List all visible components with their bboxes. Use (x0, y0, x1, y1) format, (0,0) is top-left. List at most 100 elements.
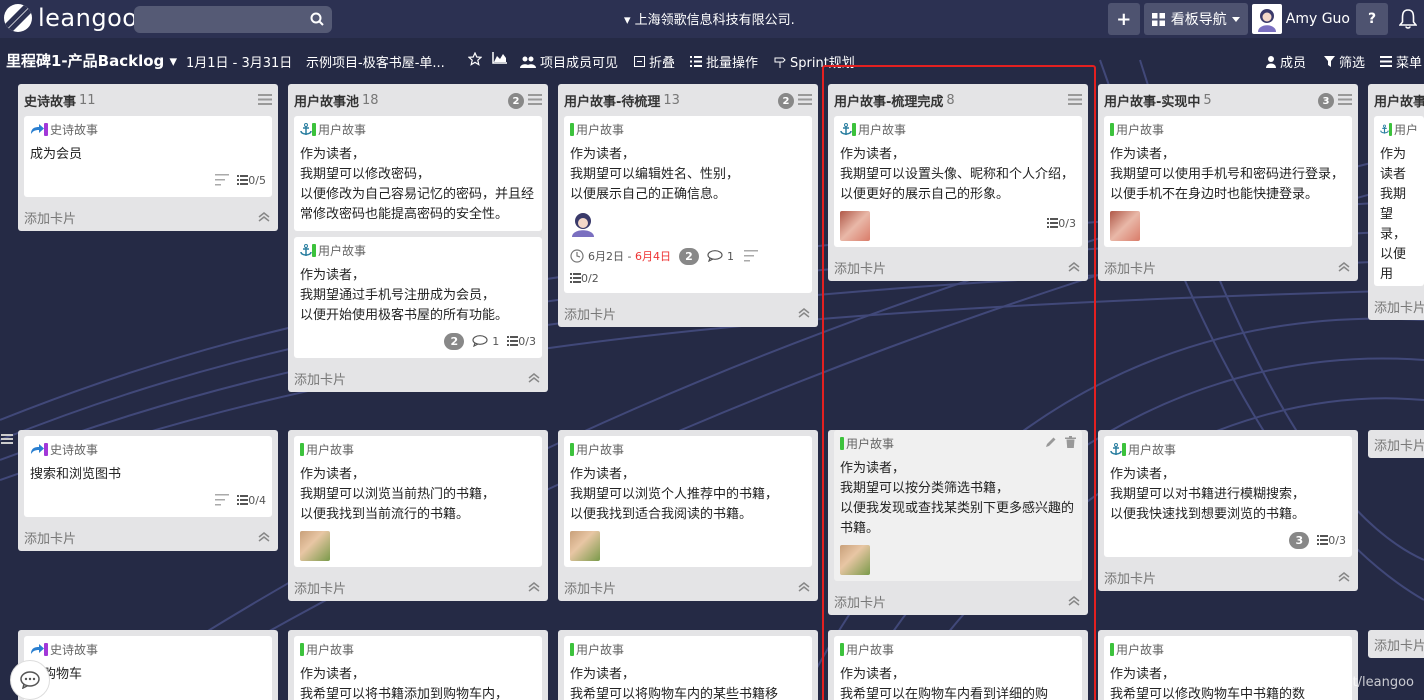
card-text: 作为读者， 我期望可以浏览个人推荐中的书籍， 以便我找到适合我阅读的书籍。 (570, 467, 779, 522)
card-story[interactable]: 用户故事 作为读者， 我希望可以在购物车内看到详细的购 (834, 636, 1082, 700)
help-button[interactable]: ? (1356, 3, 1388, 35)
collapse-up-icon[interactable] (528, 373, 540, 383)
user-menu[interactable]: Amy Guo (1251, 3, 1350, 35)
collapse-up-icon[interactable] (798, 308, 810, 318)
collapse-toggle[interactable]: 折叠 (634, 52, 675, 71)
organization-selector[interactable]: ▾ 上海领歌信息科技有限公司. (624, 9, 795, 28)
add-card-button[interactable]: 添加卡片 (558, 573, 818, 601)
project-link[interactable]: 示例项目-极客书屋-单... (306, 52, 445, 71)
card-story[interactable]: 用户故事 作为读者， 我期望可以设置头像、昵称和个人介绍， 以便更好的展示自己的… (834, 116, 1082, 247)
list-header[interactable]: 用户故事 (1368, 84, 1424, 116)
chat-button[interactable] (10, 660, 50, 700)
add-card-button[interactable]: 添加卡片 (18, 203, 278, 231)
add-button[interactable]: + (1107, 3, 1140, 35)
filter-button[interactable]: 筛选 (1324, 52, 1365, 71)
sprint-planning-button[interactable]: Sprint规划 (774, 52, 855, 71)
add-card-button[interactable]: 添加卡片 (1368, 430, 1424, 458)
card-type: 用户故事 (1110, 641, 1346, 657)
members-button[interactable]: 成员 (1266, 52, 1306, 71)
collapse-up-icon[interactable] (258, 212, 270, 222)
card-member-avatar[interactable] (300, 531, 330, 561)
add-card-button[interactable]: 添加卡片 (1098, 253, 1358, 281)
board-nav-button[interactable]: 看板导航 (1143, 3, 1248, 35)
notification-bell-icon[interactable] (1392, 3, 1424, 35)
list-menu-icon[interactable] (798, 94, 812, 105)
batch-operation-button[interactable]: 批量操作 (690, 52, 758, 71)
card-story[interactable]: 用户故事 作为读者， 我期望可以浏览当前热门的书籍， 以便我找到当前流行的书籍。 (294, 436, 542, 567)
card-story[interactable]: 用户故事 作为读者， 我希望可以将书籍添加到购物车内， (294, 636, 542, 700)
collapse-box-icon (634, 56, 645, 67)
list-partial-row2: 添加卡片 (1368, 430, 1424, 458)
star-icon[interactable] (468, 52, 486, 66)
add-card-button[interactable]: 添加卡片 (1368, 630, 1424, 658)
add-card-button[interactable]: 添加卡片 (828, 253, 1088, 281)
trash-icon[interactable] (1065, 436, 1076, 448)
collapse-up-icon[interactable] (798, 582, 810, 592)
list-badge: 2 (508, 93, 524, 109)
add-card-button[interactable]: 添加卡片 (288, 364, 548, 392)
card-story-hover[interactable]: 用户故事 作为读者， 我期望可以按分类筛选书籍， 以便我发现或查找某类别下更多感… (834, 430, 1082, 581)
add-card-button[interactable]: 添加卡片 (288, 573, 548, 601)
list-header[interactable]: 用户故事-梳理完成 8 (828, 84, 1088, 116)
list-menu-icon[interactable] (1068, 94, 1082, 105)
collapse-up-icon[interactable] (1338, 572, 1350, 582)
list-menu-icon[interactable] (528, 94, 542, 105)
sprint-label: Sprint规划 (790, 56, 855, 71)
search-input[interactable] (134, 6, 294, 33)
menu-button[interactable]: 菜单 (1380, 52, 1422, 71)
card-member-avatar[interactable] (840, 211, 870, 241)
checklist-count: 0/2 (581, 271, 599, 285)
collapse-up-icon[interactable] (528, 582, 540, 592)
add-card-button[interactable]: 添加卡片 (828, 587, 1088, 615)
card-story[interactable]: 用户故事 作为读者， 我期望可以使用手机号和密码进行登录， 以便手机不在身边时也… (1104, 116, 1352, 247)
card-epic[interactable]: 史诗故事 用购物车 (24, 636, 272, 700)
list-header[interactable]: 用户故事-实现中 5 3 (1098, 84, 1358, 116)
collapse-up-icon[interactable] (258, 532, 270, 542)
list-header[interactable]: 史诗故事 11 (18, 84, 278, 116)
list-header[interactable]: 用户故事池 18 2 (288, 84, 548, 116)
board-date-range[interactable]: 1月1日 - 3月31日 (186, 52, 292, 71)
list-menu-icon[interactable] (258, 94, 272, 105)
list-to-groom-row3: 用户故事 作为读者， 我希望可以将购物车内的某些书籍移 (558, 630, 818, 700)
card-footer: 0/4 (30, 489, 266, 511)
chart-icon[interactable] (492, 52, 512, 64)
list-header[interactable]: 用户故事-待梳理 13 2 (558, 84, 818, 116)
card-story[interactable]: 用户 作为读者 我期望 录， 以便用 的情况 (1374, 116, 1424, 286)
checklist-count: 0/3 (518, 334, 536, 348)
list-epic-row3: 史诗故事 用购物车 (18, 630, 278, 700)
card-member-avatar[interactable] (1110, 211, 1140, 241)
logo[interactable]: leangoo (4, 4, 137, 32)
drag-handle-icon[interactable] (1, 434, 13, 444)
card-story[interactable]: 用户故事 作为读者， 我期望可以编辑姓名、性别， 以便展示自己的正确信息。 6月… (564, 116, 812, 293)
list-menu-icon[interactable] (1338, 94, 1352, 105)
add-card-button[interactable]: 添加卡片 (18, 523, 278, 551)
board-header: 里程碑1-产品Backlog ▾ 1月1日 - 3月31日 示例项目-极客书屋-… (0, 46, 1424, 74)
add-card-button[interactable]: 添加卡片 (1368, 292, 1424, 320)
card-epic[interactable]: 史诗故事 成为会员 0/5 (24, 116, 272, 197)
collapse-up-icon[interactable] (1068, 262, 1080, 272)
search-icon[interactable] (310, 12, 324, 26)
card-story[interactable]: 用户故事 作为读者， 我期望可以浏览个人推荐中的书籍， 以便我找到适合我阅读的书… (564, 436, 812, 567)
card-member-avatar[interactable] (570, 531, 600, 561)
collapse-up-icon[interactable] (1068, 596, 1080, 606)
comment-icon (707, 250, 723, 262)
card-story[interactable]: 用户故事 作为读者， 我期望通过手机号注册成为会员， 以便开始使用极客书屋的所有… (294, 237, 542, 358)
search-box[interactable] (134, 6, 332, 33)
card-type-label: 用户故事 (318, 122, 367, 137)
card-epic[interactable]: 史诗故事 搜索和浏览图书 0/4 (24, 436, 272, 517)
card-story[interactable]: 用户故事 作为读者， 我希望可以修改购物车中书籍的数 (1104, 636, 1352, 700)
pencil-edit-icon[interactable] (1045, 436, 1057, 448)
date-separator: - (624, 249, 635, 263)
card-story[interactable]: 用户故事 作为读者， 我期望可以修改密码， 以便修改为自己容易记忆的密码，并且经… (294, 116, 542, 231)
collapse-up-icon[interactable] (1338, 262, 1350, 272)
card-member-avatar[interactable] (570, 211, 596, 237)
members-visible-toggle[interactable]: 项目成员可见 (520, 52, 618, 71)
add-card-button[interactable]: 添加卡片 (1098, 563, 1358, 591)
card-member-avatar[interactable] (840, 545, 870, 575)
card-story[interactable]: 用户故事 作为读者， 我希望可以将购物车内的某些书籍移 (564, 636, 812, 700)
list-partial-row3: 添加卡片 (1368, 630, 1424, 658)
list-title: 用户故事池 (294, 94, 360, 110)
card-story[interactable]: 用户故事 作为读者， 我期望可以对书籍进行模糊搜索， 以便我快速找到想要浏览的书… (1104, 436, 1352, 557)
add-card-button[interactable]: 添加卡片 (558, 299, 818, 327)
board-title[interactable]: 里程碑1-产品Backlog ▾ (6, 50, 177, 71)
